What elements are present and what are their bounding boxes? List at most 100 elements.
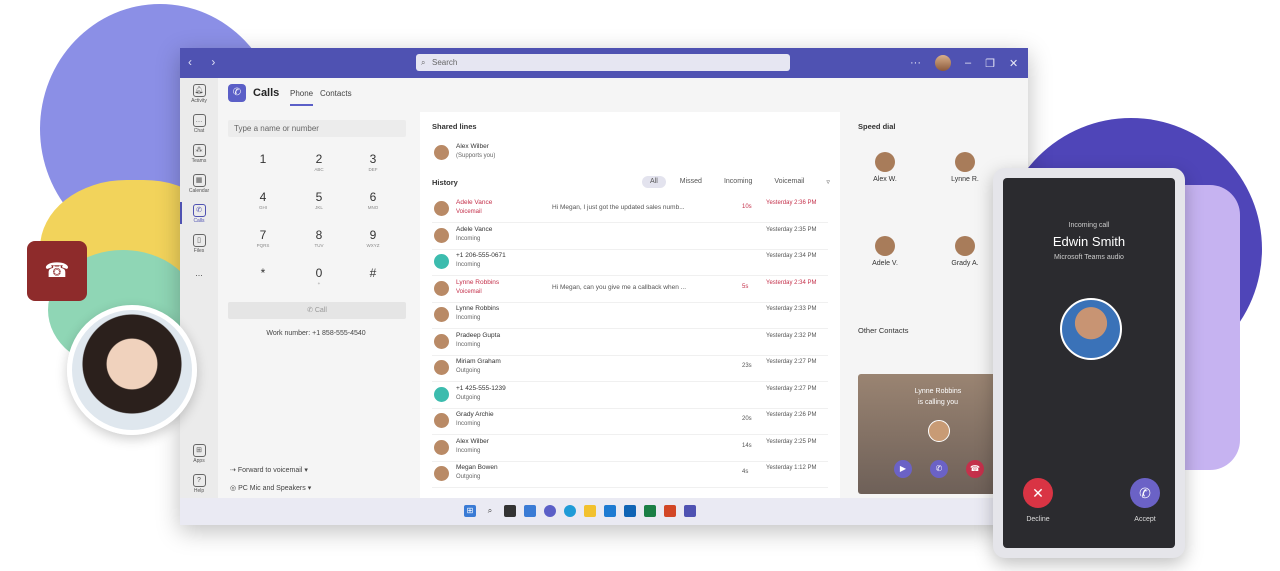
key-letters: PQRS	[256, 243, 270, 248]
nav-arrows[interactable]: ‹ ›	[188, 55, 223, 69]
history-row[interactable]: Alex Wilber Incoming 14s Yesterday 2:25 PM	[432, 435, 828, 462]
filter-voicemail[interactable]: Voicemail	[766, 176, 812, 188]
video-accept-button[interactable]: ▶	[894, 460, 912, 478]
rail-more[interactable]: ...	[180, 268, 218, 278]
phone-icon: ✆	[228, 84, 246, 102]
dial-key[interactable]: 6 MNO	[348, 190, 398, 210]
call-duration: 23s	[742, 363, 752, 369]
tab-contacts[interactable]: Contacts	[320, 89, 352, 98]
contact-name: Alex Wilber	[456, 143, 489, 150]
help-icon: ?	[192, 474, 206, 487]
chevron-down-icon: ▾	[302, 467, 308, 474]
dial-key[interactable]: #	[348, 266, 398, 281]
contact-name: Lynne R.	[951, 176, 979, 183]
rail-files[interactable]: ▯ Files	[180, 234, 218, 254]
history-row[interactable]: Lynne Robbins Incoming Yesterday 2:33 PM	[432, 302, 828, 329]
close-icon[interactable]: ✕	[1009, 57, 1018, 70]
dialpad-panel: Type a name or number 1 2 ABC 3 DEF 4 GHI 5…	[218, 112, 414, 498]
call-time: Yesterday 2:32 PM	[766, 332, 817, 339]
rail-label: ...	[195, 268, 203, 278]
history-row[interactable]: Pradeep Gupta Incoming Yesterday 2:32 PM	[432, 329, 828, 356]
rail-apps[interactable]: ⊞ Apps	[180, 444, 218, 464]
hang-up-button[interactable]: ☎	[27, 241, 87, 301]
rail-calls[interactable]: ✆ Calls	[180, 204, 218, 224]
avatar[interactable]	[935, 55, 951, 71]
rail-help[interactable]: ? Help	[180, 474, 218, 494]
task-view-icon[interactable]	[504, 505, 516, 517]
dial-key[interactable]: *	[238, 266, 288, 281]
speed-dial-contact[interactable]: Lynne R.	[940, 152, 990, 183]
edge-icon[interactable]	[564, 505, 576, 517]
history-row[interactable]: Megan Bowen Outgoing 4s Yesterday 1:12 PM	[432, 461, 828, 488]
decline-button[interactable]: ✕	[1023, 478, 1053, 508]
taskbar: ⊞ ⌕	[180, 498, 1028, 525]
dial-key[interactable]: 3 DEF	[348, 152, 398, 172]
speed-dial-contact[interactable]: Alex W.	[860, 152, 910, 183]
search-icon[interactable]: ⌕	[484, 505, 496, 517]
filter-incoming[interactable]: Incoming	[716, 176, 760, 188]
history-row[interactable]: Miriam Graham Outgoing 23s Yesterday 2:27 P…	[432, 355, 828, 382]
key-digit: 8	[315, 228, 323, 242]
history-row[interactable]: Grady Archie Incoming 20s Yesterday 2:26 PM	[432, 408, 828, 435]
history-row[interactable]: Adele Vance Voicemail Hi Megan, I just got…	[432, 196, 828, 223]
chat-icon[interactable]	[544, 505, 556, 517]
search-input[interactable]: ⌕ Search	[416, 54, 790, 71]
dial-key[interactable]: 7 PQRS	[238, 228, 288, 248]
dial-key[interactable]: 5 JKL	[294, 190, 344, 210]
avatar	[434, 280, 449, 296]
rail-teams[interactable]: ⁂ Teams	[180, 144, 218, 164]
store-icon[interactable]	[604, 505, 616, 517]
apps-icon: ⊞	[192, 444, 206, 457]
minimize-icon[interactable]: –	[965, 57, 971, 69]
history-row[interactable]: +1 206-555-0671 Incoming Yesterday 2:34 PM	[432, 249, 828, 276]
history-row[interactable]: Lynne Robbins Voicemail Hi Megan, can you …	[432, 276, 828, 303]
decline-button[interactable]: ☎	[966, 460, 984, 478]
history-row[interactable]: Adele Vance Incoming Yesterday 2:35 PM	[432, 223, 828, 250]
teams-icon[interactable]	[684, 505, 696, 517]
filter-missed[interactable]: Missed	[672, 176, 710, 188]
tab-phone[interactable]: Phone	[290, 89, 314, 106]
outlook-icon[interactable]	[624, 505, 636, 517]
contact-name: Alex W.	[873, 176, 897, 183]
call-time: Yesterday 2:33 PM	[766, 306, 817, 312]
call-time: Yesterday 1:12 PM	[766, 465, 817, 471]
widgets-icon[interactable]	[524, 505, 536, 517]
accept-button[interactable]: ✆	[1130, 478, 1160, 508]
device-setting[interactable]: ◎ PC Mic and Speakers ▾	[230, 484, 311, 492]
contact-name: Adele V.	[872, 260, 898, 267]
audio-accept-button[interactable]: ✆	[930, 460, 948, 478]
shared-line-item[interactable]: Alex Wilber (Supports you)	[432, 140, 828, 166]
rail-calendar[interactable]: ▦ Calendar	[180, 174, 218, 194]
filter-icon[interactable]: ▿	[818, 176, 838, 188]
rail-activity[interactable]: 🔔︎ Activity	[180, 84, 218, 104]
work-number: Work number: +1 858-555-4540	[266, 330, 366, 337]
more-options-icon[interactable]: ···	[910, 57, 921, 69]
contact-name: Grady Archie	[456, 411, 494, 418]
dial-key[interactable]: 0 +	[294, 266, 344, 286]
call-time: Yesterday 2:25 PM	[766, 438, 817, 445]
dial-key[interactable]: 1	[238, 152, 288, 167]
dial-key[interactable]: 4 GHI	[238, 190, 288, 210]
call-type: Incoming	[456, 421, 481, 427]
rail-label: Teams	[191, 158, 207, 164]
forward-setting[interactable]: ⇢ Forward to voicemail ▾	[230, 466, 308, 474]
excel-icon[interactable]	[644, 505, 656, 517]
maximize-icon[interactable]: ❐	[985, 57, 995, 70]
speed-dial-contact[interactable]: Adele V.	[860, 236, 910, 267]
dial-key[interactable]: 2 ABC	[294, 152, 344, 172]
contact-name: Alex Wilber	[456, 437, 489, 445]
dial-number-input[interactable]: Type a name or number	[228, 120, 406, 137]
windows-icon[interactable]: ⊞	[464, 505, 476, 517]
call-button[interactable]: ✆ Call	[228, 302, 406, 319]
filter-all[interactable]: All	[642, 176, 666, 188]
call-type: Incoming	[456, 447, 481, 454]
file-explorer-icon[interactable]	[584, 505, 596, 517]
powerpoint-icon[interactable]	[664, 505, 676, 517]
history-row[interactable]: +1 425-555-1239 Outgoing Yesterday 2:27 PM	[432, 382, 828, 409]
dial-key[interactable]: 8 TUV	[294, 228, 344, 248]
speed-dial-contact[interactable]: Grady A.	[940, 236, 990, 267]
calendar-icon: ▦	[192, 174, 206, 187]
call-type: Incoming	[456, 315, 481, 321]
rail-chat[interactable]: … Chat	[180, 114, 218, 134]
dial-key[interactable]: 9 WXYZ	[348, 228, 398, 248]
